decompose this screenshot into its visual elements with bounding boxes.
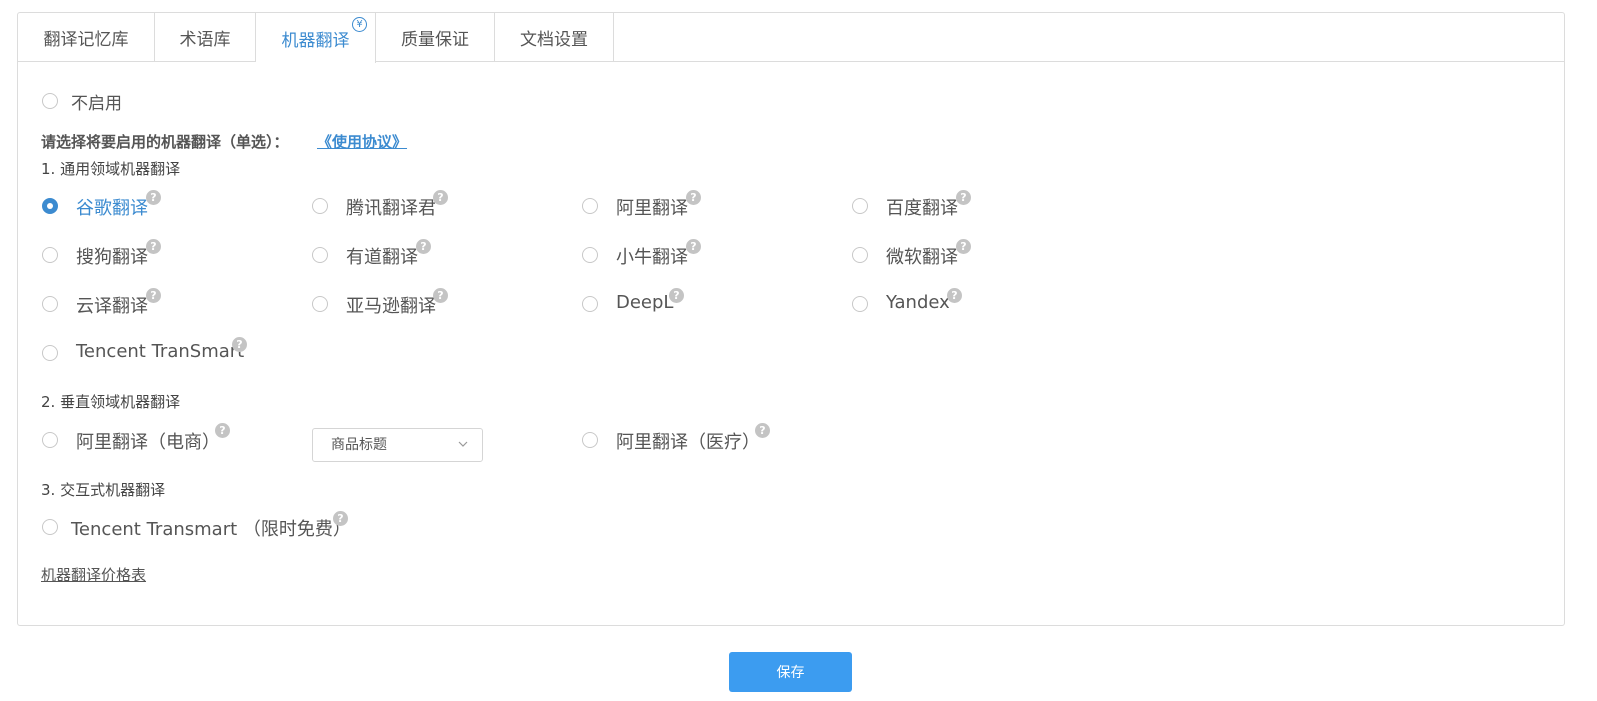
radio-youdao[interactable]	[312, 247, 328, 263]
option-label-ali-ecommerce: 阿里翻译（电商）	[76, 432, 220, 453]
help-icon[interactable]: ?	[146, 239, 161, 254]
option-label-niutrans: 小牛翻译	[616, 247, 688, 268]
tab-bar: 翻译记忆库 术语库 机器翻译 ¥ 质量保证 文档设置	[18, 13, 1564, 63]
tab-termbase[interactable]: 术语库	[155, 13, 256, 62]
help-icon[interactable]: ?	[433, 190, 448, 205]
radio-sogou[interactable]	[42, 247, 58, 263]
help-icon[interactable]: ?	[947, 288, 962, 303]
help-icon[interactable]: ?	[956, 190, 971, 205]
tab-label: 术语库	[179, 30, 231, 50]
disable-mt-radio[interactable]	[42, 93, 58, 109]
option-label-microsoft: 微软翻译	[886, 247, 958, 268]
help-icon[interactable]: ?	[333, 511, 348, 526]
help-icon[interactable]: ?	[669, 288, 684, 303]
mt-select-prompt: 请选择将要启用的机器翻译（单选）：	[41, 133, 289, 151]
help-icon[interactable]: ?	[215, 423, 230, 438]
section-vertical-heading: 2. 垂直领域机器翻译	[41, 393, 181, 411]
radio-microsoft[interactable]	[852, 247, 868, 263]
radio-interactive-transmart[interactable]	[42, 519, 58, 535]
help-icon[interactable]: ?	[686, 190, 701, 205]
tab-label: 质量保证	[401, 30, 469, 50]
radio-tencent[interactable]	[312, 198, 328, 214]
save-button[interactable]: 保存	[729, 652, 852, 692]
help-icon[interactable]: ?	[232, 337, 247, 352]
tab-label: 机器翻译	[281, 30, 350, 51]
radio-ali[interactable]	[582, 198, 598, 214]
chevron-down-icon	[458, 441, 468, 447]
tab-label: 翻译记忆库	[43, 30, 129, 50]
select-value: 商品标题	[331, 437, 387, 453]
help-icon[interactable]: ?	[755, 423, 770, 438]
option-label-youdao: 有道翻译	[346, 247, 418, 268]
ecommerce-domain-select[interactable]: 商品标题	[312, 428, 483, 462]
option-label-yandex: Yandex	[886, 292, 950, 313]
tab-label: 文档设置	[520, 30, 588, 50]
radio-tencent-transmart[interactable]	[42, 345, 58, 361]
radio-cloudtranslation[interactable]	[42, 296, 58, 312]
help-icon[interactable]: ?	[146, 190, 161, 205]
option-label-baidu: 百度翻译	[886, 198, 958, 219]
help-icon[interactable]: ?	[146, 288, 161, 303]
option-label-deepl: DeepL	[616, 292, 674, 313]
tab-translation-memory[interactable]: 翻译记忆库	[18, 13, 155, 62]
disable-mt-label: 不启用	[71, 94, 122, 114]
help-icon[interactable]: ?	[433, 288, 448, 303]
option-label-ali-medical: 阿里翻译（医疗）	[616, 432, 760, 453]
option-label-amazon: 亚马逊翻译	[346, 296, 436, 317]
help-icon[interactable]: ?	[686, 239, 701, 254]
radio-google[interactable]	[42, 198, 58, 214]
help-icon[interactable]: ?	[956, 239, 971, 254]
tab-machine-translation[interactable]: 机器翻译 ¥	[256, 13, 376, 63]
option-label-ali: 阿里翻译	[616, 198, 688, 219]
option-label-interactive-transmart: Tencent Transmart （限时免费）	[71, 519, 351, 540]
tab-quality-assurance[interactable]: 质量保证	[376, 13, 495, 62]
radio-deepl[interactable]	[582, 296, 598, 312]
radio-ali-ecommerce[interactable]	[42, 432, 58, 448]
tab-document-settings[interactable]: 文档设置	[495, 13, 614, 62]
option-label-google: 谷歌翻译	[76, 198, 148, 219]
option-label-tencent-transmart: Tencent TranSmart	[76, 341, 245, 362]
usage-agreement-link[interactable]: 《使用协议》	[317, 131, 407, 152]
radio-yandex[interactable]	[852, 296, 868, 312]
radio-ali-medical[interactable]	[582, 432, 598, 448]
radio-niutrans[interactable]	[582, 247, 598, 263]
help-icon[interactable]: ?	[416, 239, 431, 254]
radio-baidu[interactable]	[852, 198, 868, 214]
machine-translation-panel: 翻译记忆库 术语库 机器翻译 ¥ 质量保证 文档设置 不启用 请选择将要启用的机…	[17, 12, 1565, 626]
paid-yen-icon: ¥	[352, 17, 367, 32]
mt-price-list-link[interactable]: 机器翻译价格表	[41, 564, 146, 585]
option-label-tencent: 腾讯翻译君	[346, 198, 436, 219]
section-interactive-heading: 3. 交互式机器翻译	[41, 481, 166, 499]
radio-amazon[interactable]	[312, 296, 328, 312]
option-label-sogou: 搜狗翻译	[76, 247, 148, 268]
option-label-cloudtranslation: 云译翻译	[76, 296, 148, 317]
section-general-heading: 1. 通用领域机器翻译	[41, 160, 181, 178]
